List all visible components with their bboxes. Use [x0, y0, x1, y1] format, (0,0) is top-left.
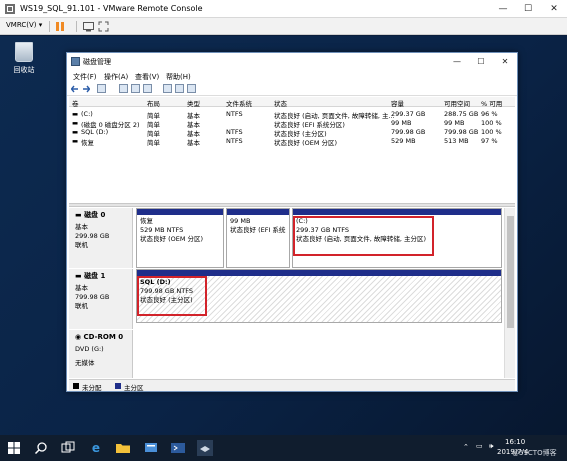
- dm-maximize-button[interactable]: ☐: [469, 53, 493, 70]
- volume-row[interactable]: ▬ 恢复 简单 基本 NTFS 状态良好 (OEM 分区) 529 MB 513…: [69, 136, 515, 147]
- disk-icon: ▬: [75, 211, 85, 219]
- drive-icon: ▬: [72, 119, 79, 127]
- menu-action[interactable]: 操作(A): [104, 72, 128, 82]
- partition-recovery[interactable]: 恢复 529 MB NTFS 状态良好 (OEM 分区): [136, 208, 224, 268]
- dm-close-button[interactable]: ✕: [493, 53, 517, 70]
- vmware-icon: [5, 4, 15, 14]
- recycle-bin[interactable]: 回收站: [8, 42, 40, 75]
- vertical-scrollbar[interactable]: [504, 208, 515, 378]
- console-tree-icon[interactable]: [97, 84, 106, 93]
- internet-explorer-icon[interactable]: e: [88, 440, 104, 456]
- fullscreen-icon[interactable]: [98, 21, 109, 32]
- disk-0-label[interactable]: ▬ 磁盘 0 基本 299.98 GB 联机: [69, 208, 133, 268]
- dm-title: 磁盘管理: [83, 58, 111, 66]
- pause-button[interactable]: [56, 22, 65, 31]
- menu-file[interactable]: 文件(F): [73, 72, 97, 82]
- refresh-icon[interactable]: [143, 84, 152, 93]
- drive-icon: ▬: [72, 128, 79, 136]
- drive-icon: ▬: [72, 137, 79, 145]
- vmrc-toolbar: VMRC(V) ▾: [0, 18, 567, 35]
- disk-1-label[interactable]: ▬ 磁盘 1 基本 799.98 GB 联机: [69, 269, 133, 329]
- server-manager-icon[interactable]: [143, 440, 159, 456]
- vmrc-title: WS19_SQL_91.101 - VMware Remote Console: [20, 4, 203, 13]
- legend-swatch-unallocated: [73, 383, 79, 389]
- volume-icon[interactable]: 🕪: [489, 442, 493, 451]
- chevron-up-icon[interactable]: ⌃: [463, 443, 469, 451]
- cdrom-label[interactable]: ◉ CD-ROM 0 DVD (G:) 无媒体: [69, 330, 133, 378]
- taskbar: e ⌃ ▭ 🕪 16:10 2019/7/4 @51CTO博客: [0, 435, 567, 461]
- partition-efi[interactable]: 99 MB 状态良好 (EFI 系统分区): [226, 208, 290, 268]
- cd-icon: ◉: [75, 333, 84, 341]
- volume-row[interactable]: ▬ (磁盘 0 磁盘分区 2) 简单 基本 状态良好 (EFI 系统分区) 99…: [69, 118, 515, 129]
- volume-row[interactable]: ▬ SQL (D:) 简单 基本 NTFS 状态良好 (主分区) 799.98 …: [69, 127, 515, 138]
- disk-icon: ▬: [75, 272, 85, 280]
- disk-management-taskbar-icon[interactable]: [197, 440, 213, 456]
- menu-help[interactable]: 帮助(H): [166, 72, 191, 82]
- chevron-down-icon: ▾: [38, 21, 43, 29]
- send-ctrl-alt-del-icon[interactable]: [83, 21, 94, 32]
- dm-toolbar: [67, 82, 517, 96]
- new-volume-icon[interactable]: [187, 84, 196, 93]
- legend: 未分配 主分区: [69, 379, 515, 392]
- dm-menubar: 文件(F) 操作(A) 查看(V) 帮助(H): [67, 70, 517, 82]
- properties-icon[interactable]: [131, 84, 140, 93]
- windows-start-icon[interactable]: [6, 440, 22, 456]
- powershell-icon[interactable]: [170, 440, 186, 456]
- disk-graphical-view: ▬ 磁盘 0 基本 299.98 GB 联机 恢复 529 MB NTFS 状态…: [69, 208, 503, 378]
- dm-titlebar: 磁盘管理 — ☐ ✕: [67, 53, 517, 70]
- highlight-box-c: [293, 216, 434, 256]
- close-button[interactable]: ✕: [542, 0, 566, 18]
- disk-management-window: 磁盘管理 — ☐ ✕ 文件(F) 操作(A) 查看(V) 帮助(H) 卷 布局: [66, 52, 518, 392]
- disk-management-icon: [71, 57, 80, 66]
- disk-view-icon[interactable]: [175, 84, 184, 93]
- legend-swatch-primary: [115, 383, 121, 389]
- vmrc-menu[interactable]: VMRC(V) ▾: [6, 21, 42, 29]
- drive-icon: ▬: [72, 110, 79, 118]
- file-explorer-icon[interactable]: [115, 440, 131, 456]
- clock-time[interactable]: 16:10: [505, 438, 525, 446]
- pane-splitter[interactable]: [69, 203, 515, 207]
- help-icon[interactable]: [119, 84, 128, 93]
- vmrc-titlebar: WS19_SQL_91.101 - VMware Remote Console …: [0, 0, 567, 18]
- highlight-box-d: [137, 276, 207, 316]
- recycle-bin-icon: [15, 42, 33, 62]
- list-view-icon[interactable]: [163, 84, 172, 93]
- watermark: @51CTO博客: [512, 449, 557, 457]
- minimize-button[interactable]: —: [491, 0, 515, 18]
- volume-list-header: 卷 布局 类型 文件系统 状态 容量 可用空间 % 可用: [69, 97, 515, 108]
- task-view-icon[interactable]: [60, 440, 76, 456]
- desktop: 回收站 磁盘管理 — ☐ ✕ 文件(F) 操作(A) 查看(V) 帮助(H) 卷…: [0, 36, 567, 435]
- recycle-bin-label: 回收站: [13, 66, 35, 74]
- forward-arrow-icon[interactable]: [82, 85, 90, 93]
- volume-row[interactable]: ▬ (C:) 简单 基本 NTFS 状态良好 (启动, 页面文件, 故障转储, …: [69, 109, 515, 120]
- toolbar-divider: [49, 21, 50, 32]
- search-icon[interactable]: [33, 440, 49, 456]
- network-icon[interactable]: ▭: [476, 442, 483, 450]
- menu-view[interactable]: 查看(V): [135, 72, 159, 82]
- toolbar-divider: [76, 21, 77, 32]
- back-arrow-icon[interactable]: [71, 85, 79, 93]
- maximize-button[interactable]: ☐: [516, 0, 540, 18]
- dm-minimize-button[interactable]: —: [445, 53, 469, 70]
